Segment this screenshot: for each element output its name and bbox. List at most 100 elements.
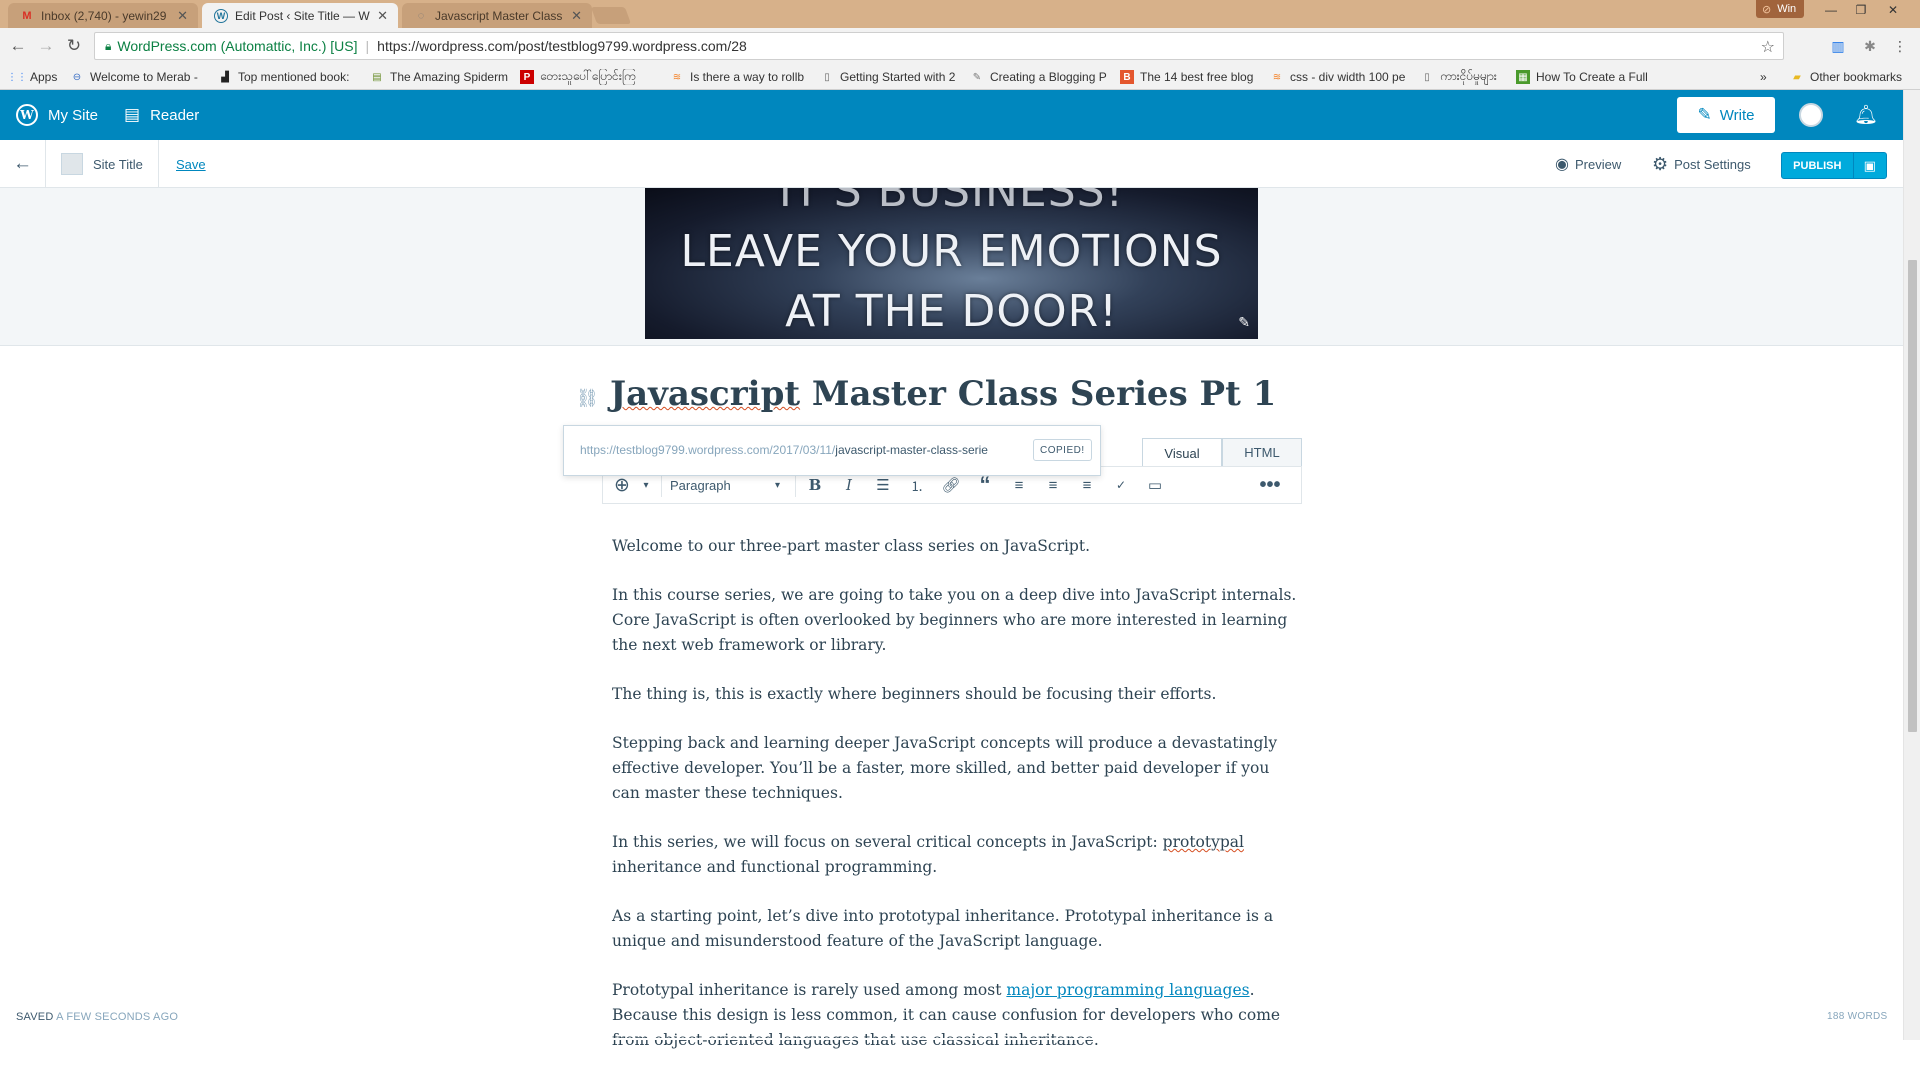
edit-pencil-icon[interactable]: ✎ xyxy=(1238,314,1250,331)
stack-icon: ≋ xyxy=(672,71,682,83)
chart-icon: ▟ xyxy=(221,71,229,83)
notifications-bell-icon[interactable]: 🔔︎ xyxy=(1854,90,1878,140)
paragraph: As a starting point, let’s dive into pro… xyxy=(612,907,1274,950)
publish-button[interactable]: PUBLISH ▣ xyxy=(1781,152,1887,179)
permalink-link-icon[interactable]: ⛓ xyxy=(576,388,599,408)
spellcheck-icon[interactable]: ✓ xyxy=(1108,467,1134,503)
url-text[interactable]: https://wordpress.com/post/testblog9799.… xyxy=(377,38,747,54)
bookmark-item[interactable]: ▯ ကားငိုပ်မှုများ xyxy=(1420,69,1520,85)
profile-badge[interactable]: ⊘ Win xyxy=(1756,0,1805,18)
post-title-rest: Master Class Series Pt 1 xyxy=(800,374,1277,414)
paragraph: The thing is, this is exactly where begi… xyxy=(612,685,1217,703)
bookmark-item[interactable]: ⊖ Welcome to Merab - xyxy=(70,69,198,85)
browser-tab-javascript[interactable]: ◌ Javascript Master Class S ✕ xyxy=(402,3,592,28)
paragraph: Prototypal inheritance is rarely used am… xyxy=(612,981,1281,1049)
bookmark-item[interactable]: ≋ css - div width 100 pe xyxy=(1270,69,1410,85)
misspelled-word: prototypal xyxy=(1162,833,1244,851)
bookmarks-bar: ⋮⋮ Apps ⊖ Welcome to Merab - ▟ Top menti… xyxy=(0,64,1920,90)
post-content[interactable]: Welcome to our three-part master class s… xyxy=(612,534,1302,1077)
reload-button[interactable]: ↻ xyxy=(62,34,86,58)
extension-book-icon[interactable]: ▥ xyxy=(1828,36,1848,56)
tab-html[interactable]: HTML xyxy=(1222,438,1302,466)
more-tag-icon[interactable]: ▭ xyxy=(1142,467,1168,503)
tab-visual[interactable]: Visual xyxy=(1142,438,1222,467)
user-avatar-icon xyxy=(1799,103,1823,127)
close-tab-icon[interactable]: ✕ xyxy=(377,8,388,24)
profile-name: Win xyxy=(1777,3,1797,15)
menu-icon[interactable]: ⋮ xyxy=(1890,36,1910,56)
more-options-icon[interactable]: ••• xyxy=(1255,467,1285,503)
featured-image-text: LEAVE YOUR EMOTIONS xyxy=(680,226,1223,277)
address-bar[interactable]: 🔒︎ WordPress.com (Automattic, Inc.) [US]… xyxy=(94,32,1784,60)
tab-title: Inbox (2,740) - yewin29 xyxy=(41,8,167,23)
save-button[interactable]: Save xyxy=(176,140,206,188)
restore-button[interactable]: ❐ xyxy=(1846,0,1876,20)
address-separator: | xyxy=(365,38,370,54)
bookmark-apps[interactable]: ⋮⋮ Apps xyxy=(10,69,70,85)
browser-tab-gmail[interactable]: M Inbox (2,740) - yewin29 ✕ xyxy=(8,3,198,28)
bookmark-item[interactable]: ≋ Is there a way to rollb xyxy=(670,69,810,85)
back-button[interactable]: ← xyxy=(6,34,30,58)
featured-image[interactable]: IT'S BUSINESS! LEAVE YOUR EMOTIONS AT TH… xyxy=(645,188,1258,339)
document-icon: ▯ xyxy=(824,71,830,83)
bookmark-item[interactable]: P တေးသူပေါ်ပြောင်းကြ xyxy=(520,69,660,85)
calendar-icon[interactable]: ▣ xyxy=(1852,153,1886,178)
my-site-link[interactable]: W My Site xyxy=(16,90,98,140)
scrollbar-thumb[interactable] xyxy=(1908,260,1917,732)
chevron-down-icon: ▾ xyxy=(774,479,780,491)
close-tab-icon[interactable]: ✕ xyxy=(571,8,582,24)
post-title-word: Javascript xyxy=(610,374,801,414)
other-bookmarks[interactable]: ▰ Other bookmarks xyxy=(1790,69,1912,85)
paragraph: Stepping back and learning deeper JavaSc… xyxy=(612,734,1278,802)
bookmark-item[interactable]: ▯ Getting Started with 2 xyxy=(820,69,960,85)
bookmark-item[interactable]: B The 14 best free blog xyxy=(1120,69,1260,85)
featured-image-text: IT'S BUSINESS! xyxy=(778,188,1125,217)
bookmark-item[interactable]: ▟ Top mentioned book: xyxy=(218,69,356,85)
site-icon xyxy=(61,153,83,175)
more-bookmarks-icon[interactable]: » xyxy=(1760,69,1774,85)
extension-gear-icon[interactable]: ✱ xyxy=(1860,36,1880,56)
bookmark-star-icon[interactable]: ☆ xyxy=(1761,37,1775,57)
eye-icon: ◉ xyxy=(1555,156,1569,173)
editor-ground-control: ← Site Title Save ◉ Preview ⚙ Post Setti… xyxy=(0,140,1903,188)
page-scrollbar[interactable] xyxy=(1903,90,1920,1040)
new-tab-button[interactable] xyxy=(590,7,632,24)
bookmark-item[interactable]: ▦ How To Create a Full xyxy=(1516,69,1656,85)
site-selector[interactable]: Site Title xyxy=(61,140,143,188)
post-settings-button[interactable]: ⚙ Post Settings xyxy=(1652,140,1751,188)
featured-image-area: IT'S BUSINESS! LEAVE YOUR EMOTIONS AT TH… xyxy=(0,188,1903,346)
paragraph: In this course series, we are going to t… xyxy=(612,586,1297,654)
browser-tab-edit-post[interactable]: W Edit Post ‹ Site Title — W ✕ xyxy=(202,3,398,28)
post-title[interactable]: Javascript Master Class Series Pt 1 xyxy=(610,374,1276,414)
p-icon: P xyxy=(520,70,534,84)
avatar[interactable] xyxy=(1799,90,1823,140)
bookmark-item[interactable]: ✎ Creating a Blogging P xyxy=(970,69,1108,85)
permalink-slug[interactable]: javascript-master-class-serie xyxy=(835,443,988,457)
preview-button[interactable]: ◉ Preview xyxy=(1555,140,1621,188)
reader-icon: ▤ xyxy=(124,105,141,124)
saved-status: SAVED A FEW SECONDS AGO xyxy=(16,1011,179,1023)
close-tab-icon[interactable]: ✕ xyxy=(177,8,188,24)
bookmark-item[interactable]: ▤ The Amazing Spiderm xyxy=(370,69,510,85)
toolbar-separator xyxy=(661,473,662,497)
document-icon: ▯ xyxy=(1424,71,1430,83)
quill-icon: ✎ xyxy=(972,71,982,83)
gmail-icon: M xyxy=(22,9,32,22)
wordpress-icon: W xyxy=(214,8,228,23)
copied-button[interactable]: COPIED! xyxy=(1033,439,1092,461)
minimize-button[interactable]: — xyxy=(1816,0,1846,20)
security-label: WordPress.com (Automattic, Inc.) [US] xyxy=(117,38,358,54)
grid-icon: ▦ xyxy=(1516,70,1530,84)
forward-button[interactable]: → xyxy=(34,34,58,58)
back-arrow-icon[interactable]: ← xyxy=(13,140,32,188)
close-window-button[interactable]: ✕ xyxy=(1878,0,1908,20)
b-icon: B xyxy=(1120,70,1134,84)
link-icon: ⊖ xyxy=(72,71,82,83)
write-button[interactable]: ✎ Write xyxy=(1677,97,1775,133)
gear-icon: ⚙ xyxy=(1652,153,1669,174)
content-link[interactable]: major programming languages xyxy=(1006,981,1249,999)
divider xyxy=(158,140,159,188)
folder-icon: ▰ xyxy=(1793,71,1801,83)
reader-link[interactable]: ▤ Reader xyxy=(124,90,199,140)
permalink-field[interactable]: https://testblog9799.wordpress.com/2017/… xyxy=(580,443,1017,457)
